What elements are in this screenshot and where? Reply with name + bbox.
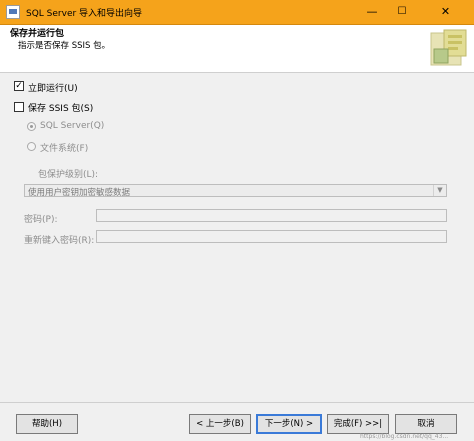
password-field[interactable] (96, 209, 447, 222)
watermark: https://blog.csdn.net/qq_43... (360, 433, 449, 440)
file-system-label: 文件系统(F) (40, 144, 89, 154)
window-title: SQL Server 导入和导出向导 (26, 9, 143, 19)
wizard-graphic-icon (430, 29, 467, 66)
confirm-password-label: 重新键入密码(R): (24, 236, 95, 246)
sql-server-radio[interactable] (27, 122, 36, 131)
run-now-label: 立即运行(U) (28, 84, 78, 94)
app-icon (6, 5, 20, 19)
password-label: 密码(P): (24, 215, 58, 225)
help-button[interactable]: 帮助(H) (16, 414, 78, 434)
sql-server-label: SQL Server(Q) (40, 121, 105, 131)
chevron-down-icon: ▼ (433, 185, 446, 196)
back-button[interactable]: < 上一步(B) (189, 414, 251, 434)
file-system-radio[interactable] (27, 142, 36, 151)
page-title: 保存并运行包 (10, 29, 65, 39)
save-ssis-label: 保存 SSIS 包(S) (28, 104, 94, 114)
save-ssis-checkbox[interactable] (14, 102, 24, 112)
finish-button[interactable]: 完成(F) >>| (327, 414, 389, 434)
next-button[interactable]: 下一步(N) > (256, 414, 322, 434)
minimize-button[interactable]: — (357, 0, 387, 24)
close-button[interactable]: ✕ (417, 0, 474, 24)
maximize-button[interactable]: ☐ (387, 0, 417, 24)
protection-level-value: 使用用户密钥加密敏感数据 (28, 188, 131, 198)
page-subtitle: 指示是否保存 SSIS 包。 (18, 41, 111, 51)
footer-divider (0, 402, 474, 403)
cancel-button[interactable]: 取消 (395, 414, 457, 434)
confirm-password-field[interactable] (96, 230, 447, 243)
run-now-checkbox[interactable]: ✓ (14, 81, 24, 91)
protection-level-label: 包保护级别(L): (38, 170, 99, 180)
protection-level-select[interactable]: 使用用户密钥加密敏感数据 ▼ (24, 184, 447, 198)
title-bar: SQL Server 导入和导出向导 — ☐ ✕ (0, 0, 474, 25)
